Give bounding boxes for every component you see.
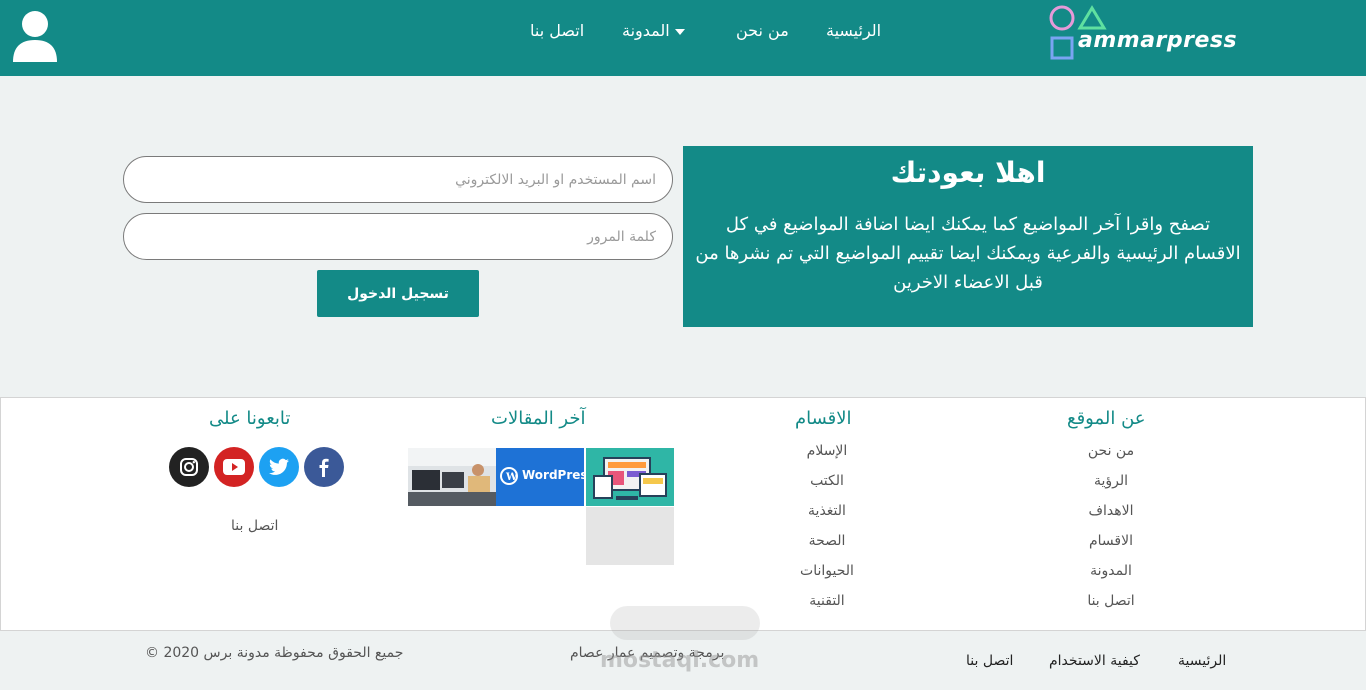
welcome-text: تصفح واقرا آخر المواضيع كما يمكنك ايضا ا… <box>695 214 1241 293</box>
footer-category-link[interactable]: الإسلام <box>787 438 867 468</box>
copyright-text: جميع الحقوق محفوظة مدونة برس 2020 © <box>145 645 404 661</box>
instagram-icon[interactable] <box>169 447 209 487</box>
footer-follow-contact-link[interactable]: اتصل بنا <box>231 518 278 534</box>
footer-about-title: عن الموقع <box>1067 408 1146 429</box>
footer-about-link[interactable]: اتصل بنا <box>1071 588 1151 618</box>
bottom-link-home[interactable]: الرئيسية <box>1178 653 1226 669</box>
welcome-title: اهلا بعودتك <box>890 156 1046 189</box>
login-button[interactable]: تسجيل الدخول <box>317 270 479 317</box>
footer-about-link[interactable]: الرؤية <box>1071 468 1151 498</box>
nav-contact[interactable]: اتصل بنا <box>530 21 584 40</box>
article-thumbnail-wordpress[interactable]: W WordPress <box>496 448 584 506</box>
welcome-panel: اهلا بعودتك تصفح واقرا آخر المواضيع كما … <box>683 146 1253 327</box>
footer-latest-title: آخر المقالات <box>491 408 586 429</box>
footer-follow-title: تابعونا على <box>209 408 291 429</box>
facebook-icon[interactable] <box>304 447 344 487</box>
nav-home[interactable]: الرئيسية <box>826 21 881 40</box>
article-thumbnail-placeholder[interactable] <box>586 507 674 565</box>
bottom-link-howto[interactable]: كيفية الاستخدام <box>1049 653 1140 669</box>
footer-about-links: من نحن الرؤية الاهداف الاقسام المدونة ات… <box>1071 438 1151 618</box>
footer-categories-title: الاقسام <box>795 408 852 429</box>
article-thumbnail-webdesign[interactable] <box>586 448 674 506</box>
footer-about-link[interactable]: الاقسام <box>1071 528 1151 558</box>
twitter-icon[interactable] <box>259 447 299 487</box>
footer-category-link[interactable]: التغذية <box>787 498 867 528</box>
footer-category-link[interactable]: الكتب <box>787 468 867 498</box>
footer-about-link[interactable]: من نحن <box>1071 438 1151 468</box>
footer-category-link[interactable]: الحيوانات <box>787 558 867 588</box>
footer-category-link[interactable]: الصحة <box>787 528 867 558</box>
nav-blog-label: المدونة <box>622 21 670 40</box>
logo-text[interactable]: ammarpress <box>1078 28 1237 53</box>
wordpress-label: WordPress <box>522 468 584 482</box>
password-input[interactable] <box>123 213 673 260</box>
svg-text:W: W <box>505 472 518 483</box>
footer-about-link[interactable]: المدونة <box>1071 558 1151 588</box>
nav-about[interactable]: من نحن <box>736 21 789 40</box>
site-header: اتصل بنا المدونة من نحن الرئيسية ammarpr… <box>0 0 1366 76</box>
site-footer: عن الموقع من نحن الرؤية الاهداف الاقسام … <box>0 397 1366 631</box>
username-input[interactable] <box>123 156 673 203</box>
nav-blog[interactable]: المدونة <box>622 21 699 40</box>
youtube-icon[interactable] <box>214 447 254 487</box>
chevron-down-icon <box>674 28 685 35</box>
footer-category-link[interactable]: التقنية <box>787 588 867 618</box>
footer-categories-links: الإسلام الكتب التغذية الصحة الحيوانات ال… <box>787 438 867 618</box>
article-thumbnail-office[interactable] <box>408 448 496 506</box>
footer-about-link[interactable]: الاهداف <box>1071 498 1151 528</box>
user-account-icon[interactable] <box>12 10 58 62</box>
bottom-link-contact[interactable]: اتصل بنا <box>966 653 1013 669</box>
watermark-text: mostaql.com <box>600 648 760 673</box>
